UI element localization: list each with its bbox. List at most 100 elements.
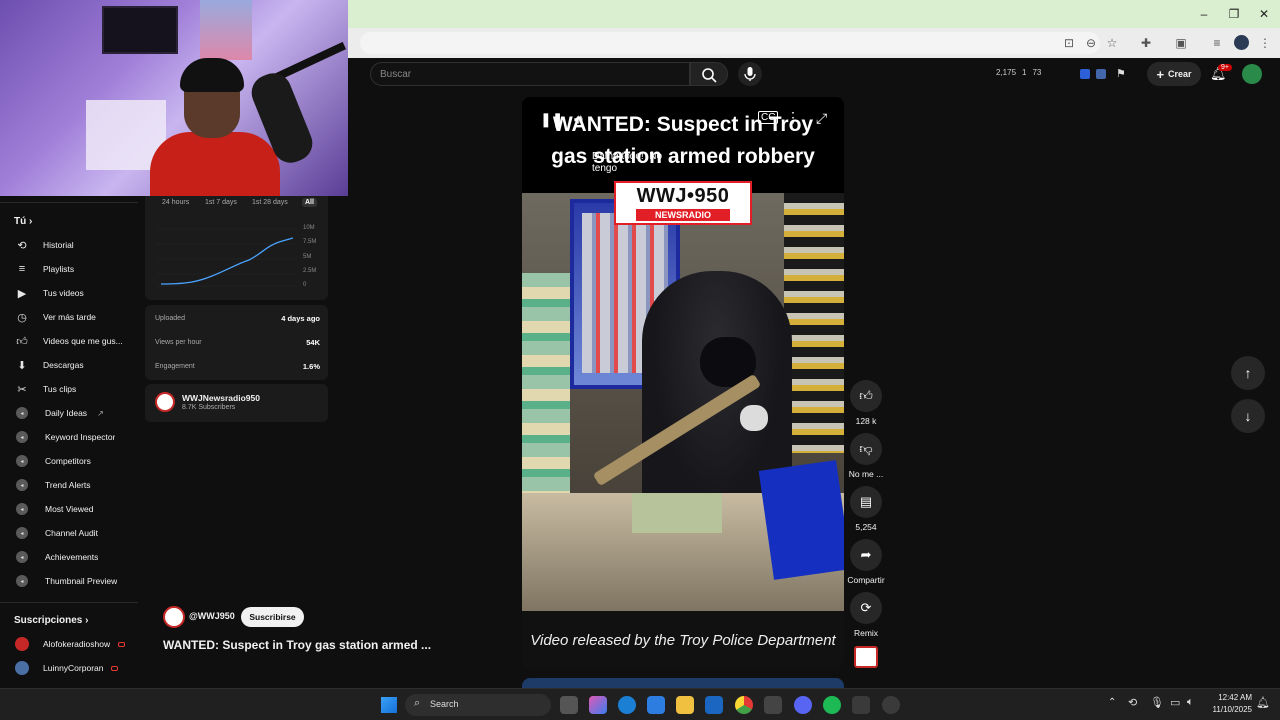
like-action[interactable]: 👍︎ 128 k <box>848 380 884 426</box>
you-section-heading[interactable]: Tú › <box>14 216 32 227</box>
minimize-button[interactable]: – <box>1188 4 1220 24</box>
extensions-icon[interactable]: ✚ <box>1137 34 1155 52</box>
xbox-icon[interactable] <box>852 696 870 714</box>
thumbs-up-icon[interactable]: 👍︎ <box>850 380 882 412</box>
maximize-button[interactable]: ❐ <box>1218 4 1250 24</box>
profile-avatar[interactable] <box>1234 35 1249 50</box>
voice-search-button[interactable] <box>738 62 762 86</box>
tab-24-hours[interactable]: 24 hours <box>162 199 189 206</box>
extension-tool-icon: ◂ <box>16 431 28 443</box>
microphone-tray-icon[interactable]: 🎙︎ <box>1150 696 1164 709</box>
subscriptions-heading[interactable]: Suscripciones › <box>14 615 88 626</box>
outlook-icon[interactable] <box>705 696 723 714</box>
volume-icon[interactable]: 🔊︎ <box>574 111 583 128</box>
sync-icon[interactable]: ⟲ <box>1128 696 1137 709</box>
comments-action[interactable]: ▤ 5,254 <box>848 486 884 532</box>
search-input[interactable]: Buscar <box>370 62 690 86</box>
extension-icon-1[interactable] <box>1080 69 1090 79</box>
clock-date[interactable]: 11/10/2025 <box>1208 705 1252 714</box>
volume-tray-icon[interactable]: 🔈︎ <box>1187 696 1194 709</box>
next-short-button[interactable]: ↓ <box>1231 399 1265 433</box>
more-options-icon[interactable]: ⋮ <box>786 109 800 126</box>
create-button[interactable]: + Crear <box>1147 62 1201 86</box>
discord-icon[interactable] <box>794 696 812 714</box>
sidebar-item-label: Trend Alerts <box>45 480 91 490</box>
tray-overflow-icon[interactable]: ⌃ <box>1108 697 1116 708</box>
search-button[interactable] <box>690 62 728 86</box>
comment-icon[interactable]: ▤ <box>850 486 882 518</box>
taskbar-search[interactable]: ⌕ Search <box>405 694 551 716</box>
arrow-up-icon: ↑ <box>1244 365 1252 381</box>
sidepanel-icon[interactable]: ▣ <box>1172 34 1190 52</box>
sidebar-tool-item[interactable]: ◂ Channel Audit <box>0 521 138 545</box>
subscription-item[interactable]: Alofokeradioshow <box>0 632 138 656</box>
obs-icon[interactable] <box>882 696 900 714</box>
sidebar-tool-item[interactable]: ◂ Daily Ideas ↗ <box>0 401 138 425</box>
channel-avatar[interactable] <box>163 606 185 628</box>
bookmark-star-icon[interactable]: ☆ <box>1103 34 1121 52</box>
fullscreen-icon[interactable]: ⤢ <box>816 110 827 127</box>
sidebar-item-downloads[interactable]: ⬇ Descargas <box>0 353 138 377</box>
install-app-icon[interactable]: ⊡ <box>1060 34 1078 52</box>
sidebar-tool-item[interactable]: ◂ Competitors <box>0 449 138 473</box>
sidebar-tool-item[interactable]: ◂ Most Viewed <box>0 497 138 521</box>
channel-thumbnail[interactable] <box>854 646 878 668</box>
extension-tool-icon: ◂ <box>16 503 28 515</box>
clock-time[interactable]: 12:42 AM <box>1212 693 1252 702</box>
network-icon[interactable]: ▭ <box>1170 696 1180 709</box>
tab-first-28-days[interactable]: 1st 28 days <box>252 199 288 206</box>
sidebar-tool-item[interactable]: ◂ Thumbnail Preview <box>0 569 138 593</box>
browser-menu-icon[interactable]: ⋮ <box>1256 34 1274 52</box>
close-button[interactable]: ✕ <box>1248 4 1280 24</box>
thumbs-down-icon[interactable]: 👎︎ <box>850 433 882 465</box>
sidebar-item-watch-later[interactable]: ◷ Ver más tarde <box>0 305 138 329</box>
tab-all[interactable]: All <box>302 198 317 207</box>
subscribe-button[interactable]: Suscribirse <box>241 607 304 627</box>
sidebar-item-label: Competitors <box>45 456 91 466</box>
sidebar-tool-item[interactable]: ◂ Achievements <box>0 545 138 569</box>
start-menu-icon[interactable] <box>381 697 397 713</box>
share-action[interactable]: ➦ Compartir <box>847 539 885 585</box>
task-view-icon[interactable] <box>560 696 578 714</box>
captions-icon[interactable]: CC <box>758 111 779 124</box>
extension-icon-2[interactable] <box>1096 69 1106 79</box>
metric-row-uploaded: Uploaded 4 days ago <box>155 313 320 323</box>
shorts-player[interactable]: WANTED: Suspect in Troy gas station arme… <box>522 97 844 669</box>
app-icon[interactable] <box>764 696 782 714</box>
channel-card[interactable]: WWJNewsradio950 8.7K Subscribers <box>145 384 328 422</box>
file-explorer-icon[interactable] <box>676 696 694 714</box>
pause-icon[interactable]: ❚❚ <box>540 111 563 128</box>
sidebar-item-history[interactable]: ⟲ Historial <box>0 233 138 257</box>
notification-center-icon[interactable]: 🔔︎ <box>1256 696 1270 709</box>
share-icon[interactable]: ➦ <box>850 539 882 571</box>
trophy-icon[interactable]: ⚑ <box>1116 67 1126 80</box>
subscription-item[interactable]: LuinnyCorporan <box>0 656 138 680</box>
zoom-icon[interactable]: ⊖ <box>1082 34 1100 52</box>
live-indicator-icon <box>118 641 126 647</box>
dislike-action[interactable]: 👎︎ No me ... <box>848 433 884 479</box>
store-icon[interactable] <box>647 696 665 714</box>
remix-icon[interactable]: ⟳ <box>850 592 882 624</box>
stat-watchers: 73 <box>1032 68 1042 77</box>
address-bar[interactable] <box>360 32 1100 54</box>
chrome-icon[interactable] <box>735 696 753 714</box>
edge-icon[interactable] <box>618 696 636 714</box>
sidebar-item-liked-videos[interactable]: 👍︎ Videos que me gus... <box>0 329 138 353</box>
media-controls-icon[interactable]: ≡ <box>1208 34 1226 52</box>
sidebar-tool-item[interactable]: ◂ Keyword Inspector <box>0 425 138 449</box>
sidebar-item-playlists[interactable]: ≡ Playlists <box>0 257 138 281</box>
remix-action[interactable]: ⟳ Remix <box>848 592 884 638</box>
previous-short-button[interactable]: ↑ <box>1231 356 1265 390</box>
next-short-preview[interactable] <box>522 678 844 688</box>
channel-handle[interactable]: @WWJ950 <box>189 611 235 621</box>
stat-views: 2,175 <box>996 68 1017 77</box>
spotify-icon[interactable] <box>823 696 841 714</box>
sidebar-tool-item[interactable]: ◂ Trend Alerts <box>0 473 138 497</box>
video-title[interactable]: WANTED: Suspect in Troy gas station arme… <box>163 638 431 652</box>
tab-first-7-days[interactable]: 1st 7 days <box>205 199 237 206</box>
copilot-icon[interactable] <box>589 696 607 714</box>
like-count: 128 k <box>855 416 877 426</box>
sidebar-item-clips[interactable]: ✂ Tus clips <box>0 377 138 401</box>
sidebar-item-your-videos[interactable]: ▶ Tus videos <box>0 281 138 305</box>
account-avatar[interactable] <box>1242 64 1262 84</box>
